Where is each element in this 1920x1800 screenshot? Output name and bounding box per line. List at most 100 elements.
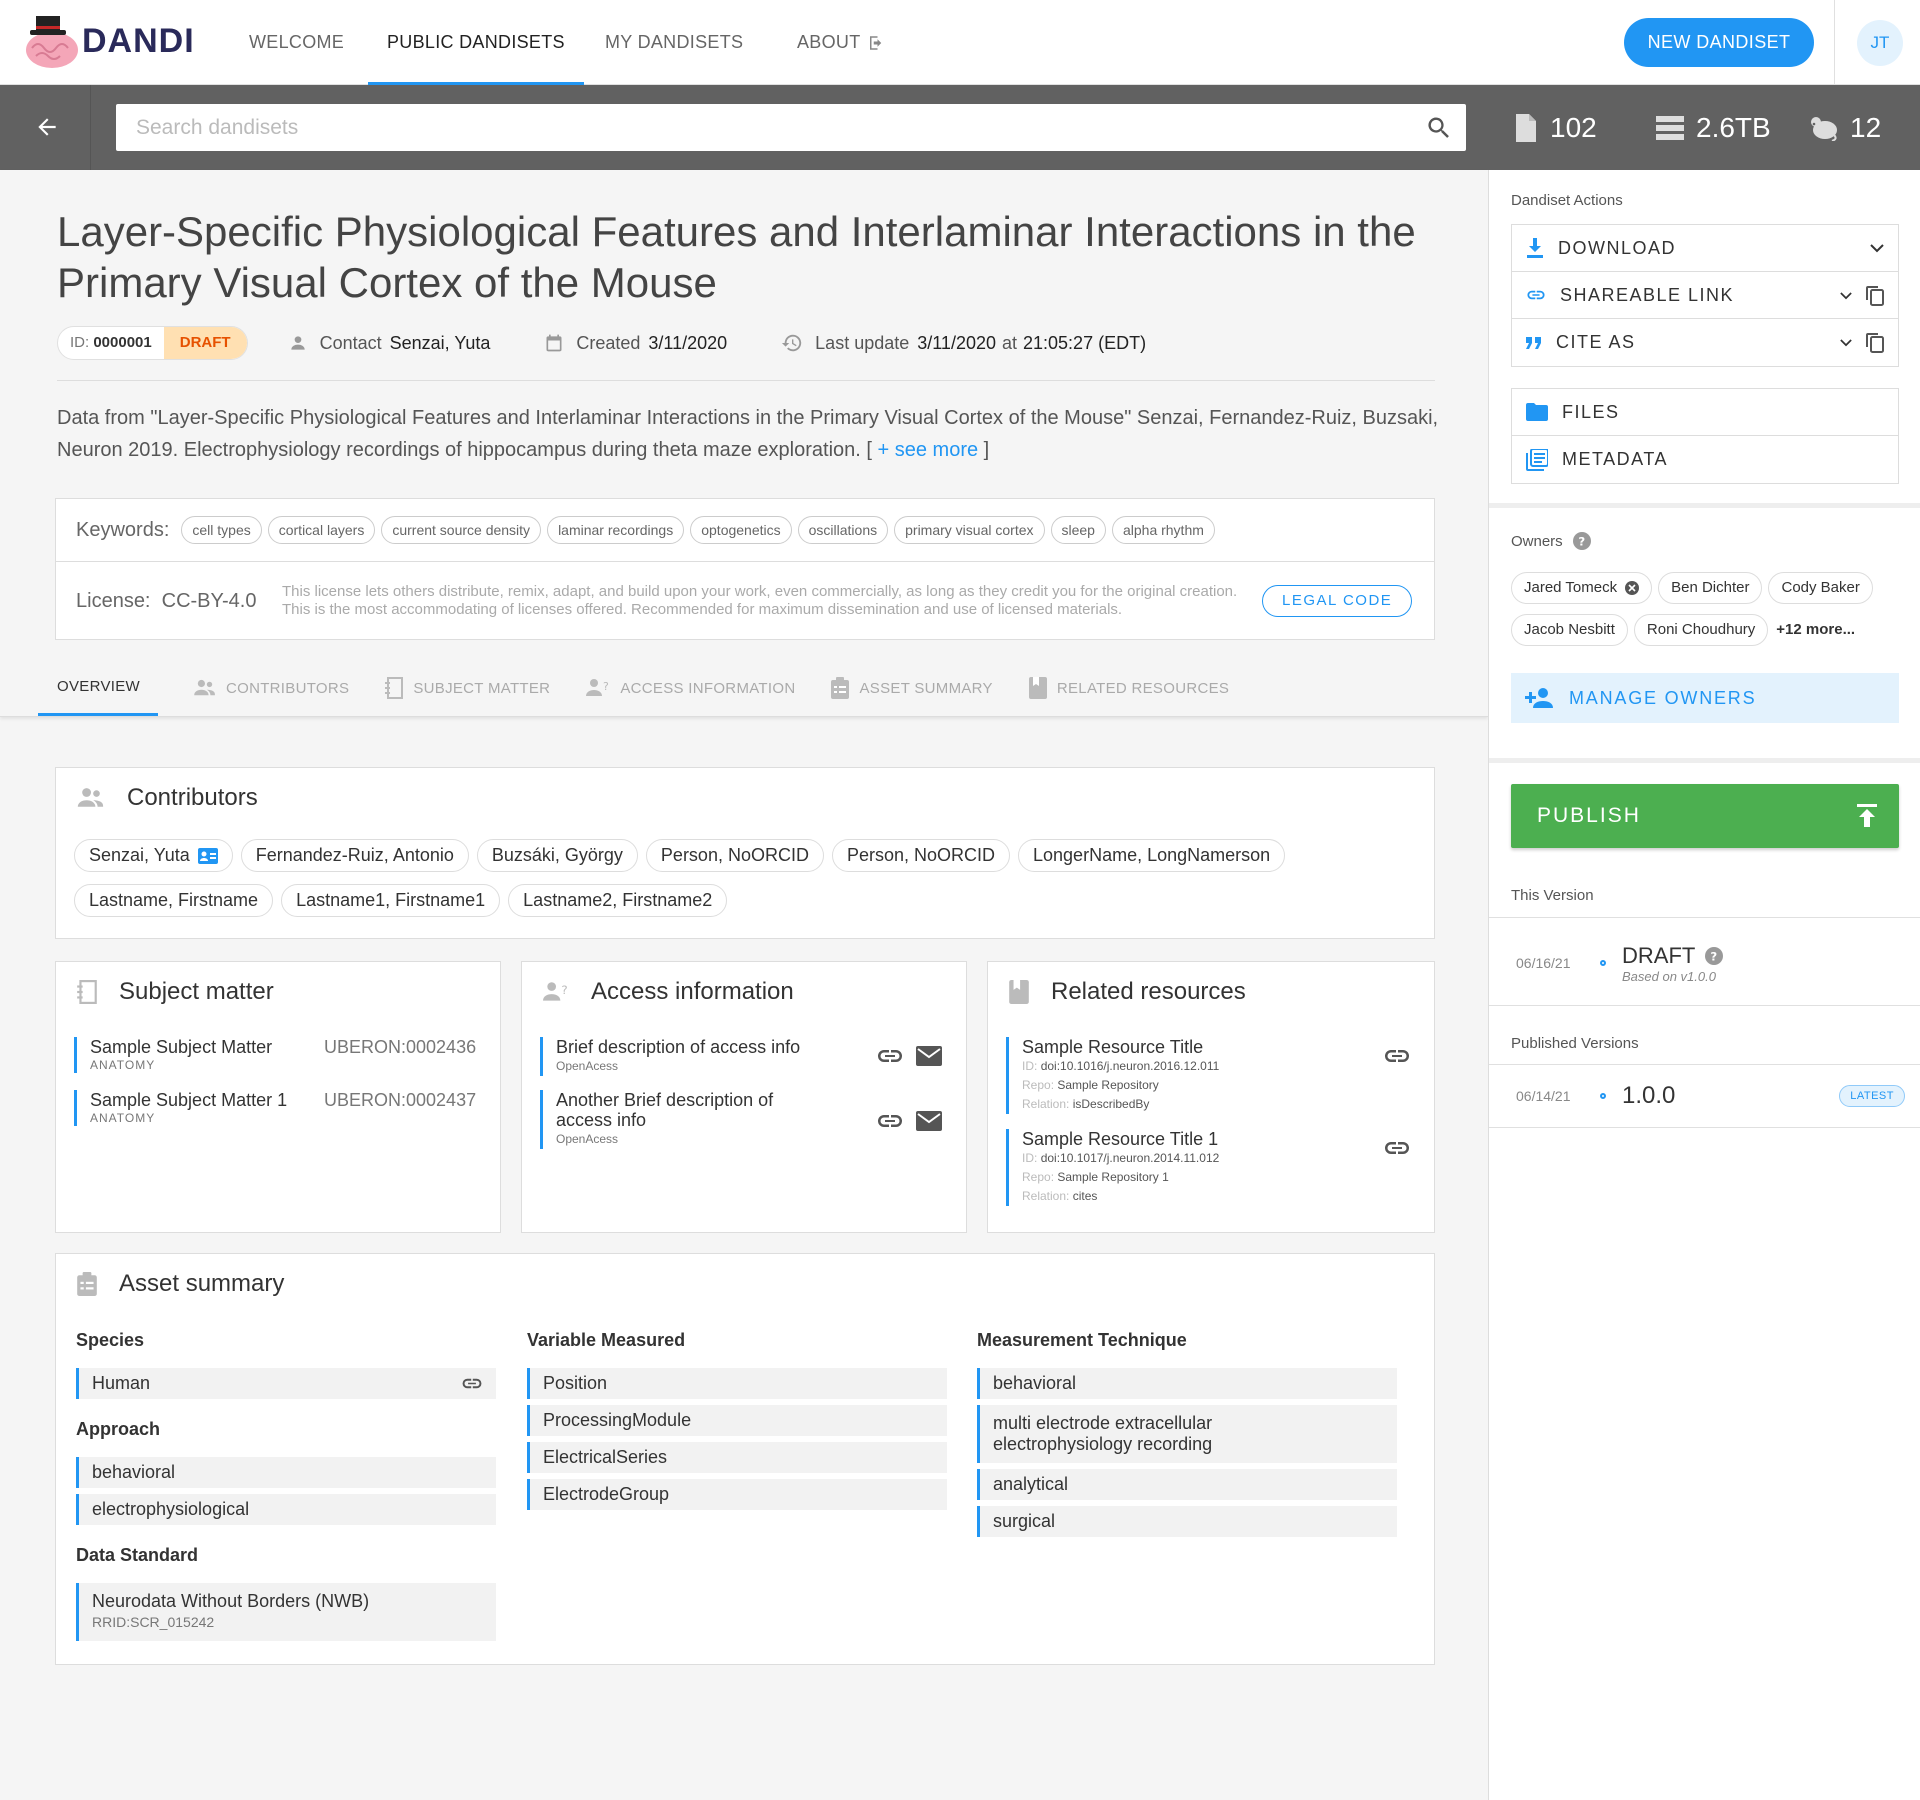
link-icon[interactable] [876, 1113, 904, 1129]
contact-card-icon[interactable] [197, 847, 218, 864]
draft-version-row[interactable]: 06/16/21 DRAFT ? Based on v1.0.0 [1489, 936, 1920, 990]
card-heading: ? Access information [543, 978, 794, 1006]
species-value: Human [92, 1373, 151, 1393]
help-icon[interactable]: ? [1705, 946, 1724, 965]
chevron-down-icon[interactable] [1870, 244, 1884, 253]
metadata-button[interactable]: METADATA [1512, 436, 1898, 483]
variable-value: ElectricalSeries [543, 1447, 668, 1467]
sidebar-separator [1489, 758, 1920, 763]
owner-chip[interactable]: Jared Tomeck [1511, 572, 1653, 604]
nav-welcome[interactable]: WELCOME [249, 0, 344, 85]
owner-chip[interactable]: Cody Baker [1768, 572, 1873, 604]
owner-chip[interactable]: Ben Dichter [1658, 572, 1763, 604]
tab-overview[interactable]: OVERVIEW [38, 660, 158, 716]
tab-related-resources[interactable]: RELATED RESOURCES [1028, 660, 1229, 716]
book-icon [1028, 677, 1047, 699]
owner-name: Jared Tomeck [1524, 579, 1618, 596]
version-info: DRAFT ? Based on v1.0.0 [1622, 943, 1724, 984]
legal-code-button[interactable]: LEGAL CODE [1262, 585, 1413, 617]
resource-item: Sample Resource Title ID: doi:10.1016/j.… [1006, 1037, 1326, 1114]
updated-at: at [1002, 332, 1018, 353]
link-icon[interactable] [876, 1048, 904, 1064]
tab-subject-matter[interactable]: SUBJECT MATTER [385, 660, 550, 716]
total-size: 2.6TB [1696, 111, 1771, 143]
search-icon[interactable] [1425, 114, 1453, 142]
help-icon[interactable]: ? [1572, 532, 1591, 550]
owner-name: Cody Baker [1781, 579, 1860, 596]
contributor-chip[interactable]: Lastname, Firstname [74, 884, 274, 917]
card-heading: Contributors [77, 784, 258, 812]
resource-repo: Repo: Sample Repository 1 [1022, 1168, 1326, 1187]
download-label: DOWNLOAD [1558, 237, 1677, 258]
remove-icon[interactable] [1625, 581, 1640, 595]
notebook-icon [77, 980, 97, 1004]
app-name[interactable]: DANDI [82, 22, 195, 61]
actions-label: Dandiset Actions [1511, 192, 1623, 209]
contributor-chip[interactable]: Fernandez-Ruiz, Antonio [240, 839, 469, 872]
resource-id: ID: doi:10.1016/j.neuron.2016.12.011 [1022, 1057, 1326, 1076]
sidebar-separator [1489, 503, 1920, 508]
see-more-link[interactable]: + see more [878, 439, 979, 461]
search-bar [0, 85, 1488, 170]
description-text: Data from "Layer-Specific Physiological … [57, 407, 1439, 461]
contributor-chip[interactable]: Person, NoORCID [645, 839, 824, 872]
subject-item: Sample Subject Matter ANATOMY [74, 1037, 284, 1073]
contributor-chip[interactable]: Person, NoORCID [831, 839, 1011, 872]
tab-access-information[interactable]: ? ACCESS INFORMATION [586, 660, 795, 716]
search-input[interactable] [116, 104, 1466, 151]
standard-heading: Data Standard [76, 1545, 199, 1565]
tab-contributors[interactable]: CONTRIBUTORS [194, 660, 349, 716]
user-avatar[interactable]: JT [1857, 20, 1903, 66]
copy-icon[interactable] [1866, 285, 1884, 306]
tab-asset-summary[interactable]: ASSET SUMMARY [831, 660, 993, 716]
download-button[interactable]: DOWNLOAD [1512, 225, 1898, 272]
back-button[interactable] [22, 107, 72, 147]
copy-icon[interactable] [1866, 332, 1884, 353]
resource-repo: Repo: Sample Repository [1022, 1076, 1326, 1095]
link-icon[interactable] [1383, 1140, 1411, 1156]
sidebar-line [1489, 917, 1920, 918]
approach-item: electrophysiological [76, 1494, 496, 1525]
contributor-chip[interactable]: Buzsáki, György [476, 839, 638, 872]
nav-about[interactable]: ABOUT [797, 0, 885, 85]
external-link-icon [869, 35, 881, 50]
resource-repo-label: Repo: [1022, 1170, 1055, 1184]
new-dandiset-button[interactable]: NEW DANDISET [1624, 18, 1814, 67]
resource-relation: Relation: isDescribedBy [1022, 1095, 1326, 1114]
storage-icon [1656, 115, 1684, 140]
link-icon[interactable] [1383, 1048, 1411, 1064]
contributor-chip[interactable]: Lastname2, Firstname2 [508, 884, 728, 917]
nav-my-dandisets[interactable]: MY DANDISETS [605, 0, 743, 85]
more-owners-link[interactable]: +12 more... [1776, 614, 1855, 656]
contributor-chip[interactable]: Lastname1, Firstname1 [281, 884, 501, 917]
manage-owners-button[interactable]: MANAGE OWNERS [1511, 673, 1899, 723]
cite-as-button[interactable]: CITE AS [1512, 319, 1898, 366]
chevron-down-icon[interactable] [1840, 291, 1852, 300]
dandi-logo[interactable] [16, 12, 86, 72]
status-badge: DRAFT [163, 327, 247, 359]
contributor-chip[interactable]: Senzai, Yuta [74, 839, 233, 872]
owner-chip[interactable]: Jacob Nesbitt [1511, 614, 1628, 646]
resource-id-value: doi:10.1017/j.neuron.2014.11.012 [1040, 1151, 1220, 1165]
owner-chip[interactable]: Roni Choudhury [1633, 614, 1769, 646]
folder-icon [1526, 403, 1548, 421]
contributor-chip[interactable]: LongerName, LongNamerson [1018, 839, 1286, 872]
link-icon[interactable] [461, 1377, 483, 1390]
add-person-icon [1525, 688, 1553, 708]
mail-icon[interactable] [916, 1046, 942, 1066]
metadata-icon [1526, 448, 1548, 471]
updated-time: 21:05:27 (EDT) [1023, 332, 1147, 353]
files-button[interactable]: FILES [1512, 389, 1898, 436]
published-version-row[interactable]: 06/14/21 1.0.0 LATEST [1489, 1065, 1920, 1127]
svg-text:?: ? [561, 983, 567, 997]
subject-name: Sample Subject Matter 1 [90, 1090, 288, 1110]
asset-summary-card: Asset summary Species Human Approach beh… [55, 1253, 1435, 1665]
technique-item: surgical [977, 1506, 1397, 1537]
shareable-link-button[interactable]: SHAREABLE LINK [1512, 272, 1898, 319]
publish-button[interactable]: PUBLISH [1511, 784, 1899, 848]
access-item: Brief description of access info OpenAce… [540, 1037, 840, 1076]
nav-public-dandisets[interactable]: PUBLIC DANDISETS [368, 0, 584, 85]
mail-icon[interactable] [916, 1111, 942, 1131]
chevron-down-icon[interactable] [1840, 338, 1852, 347]
access-status: OpenAcess [556, 1059, 619, 1073]
